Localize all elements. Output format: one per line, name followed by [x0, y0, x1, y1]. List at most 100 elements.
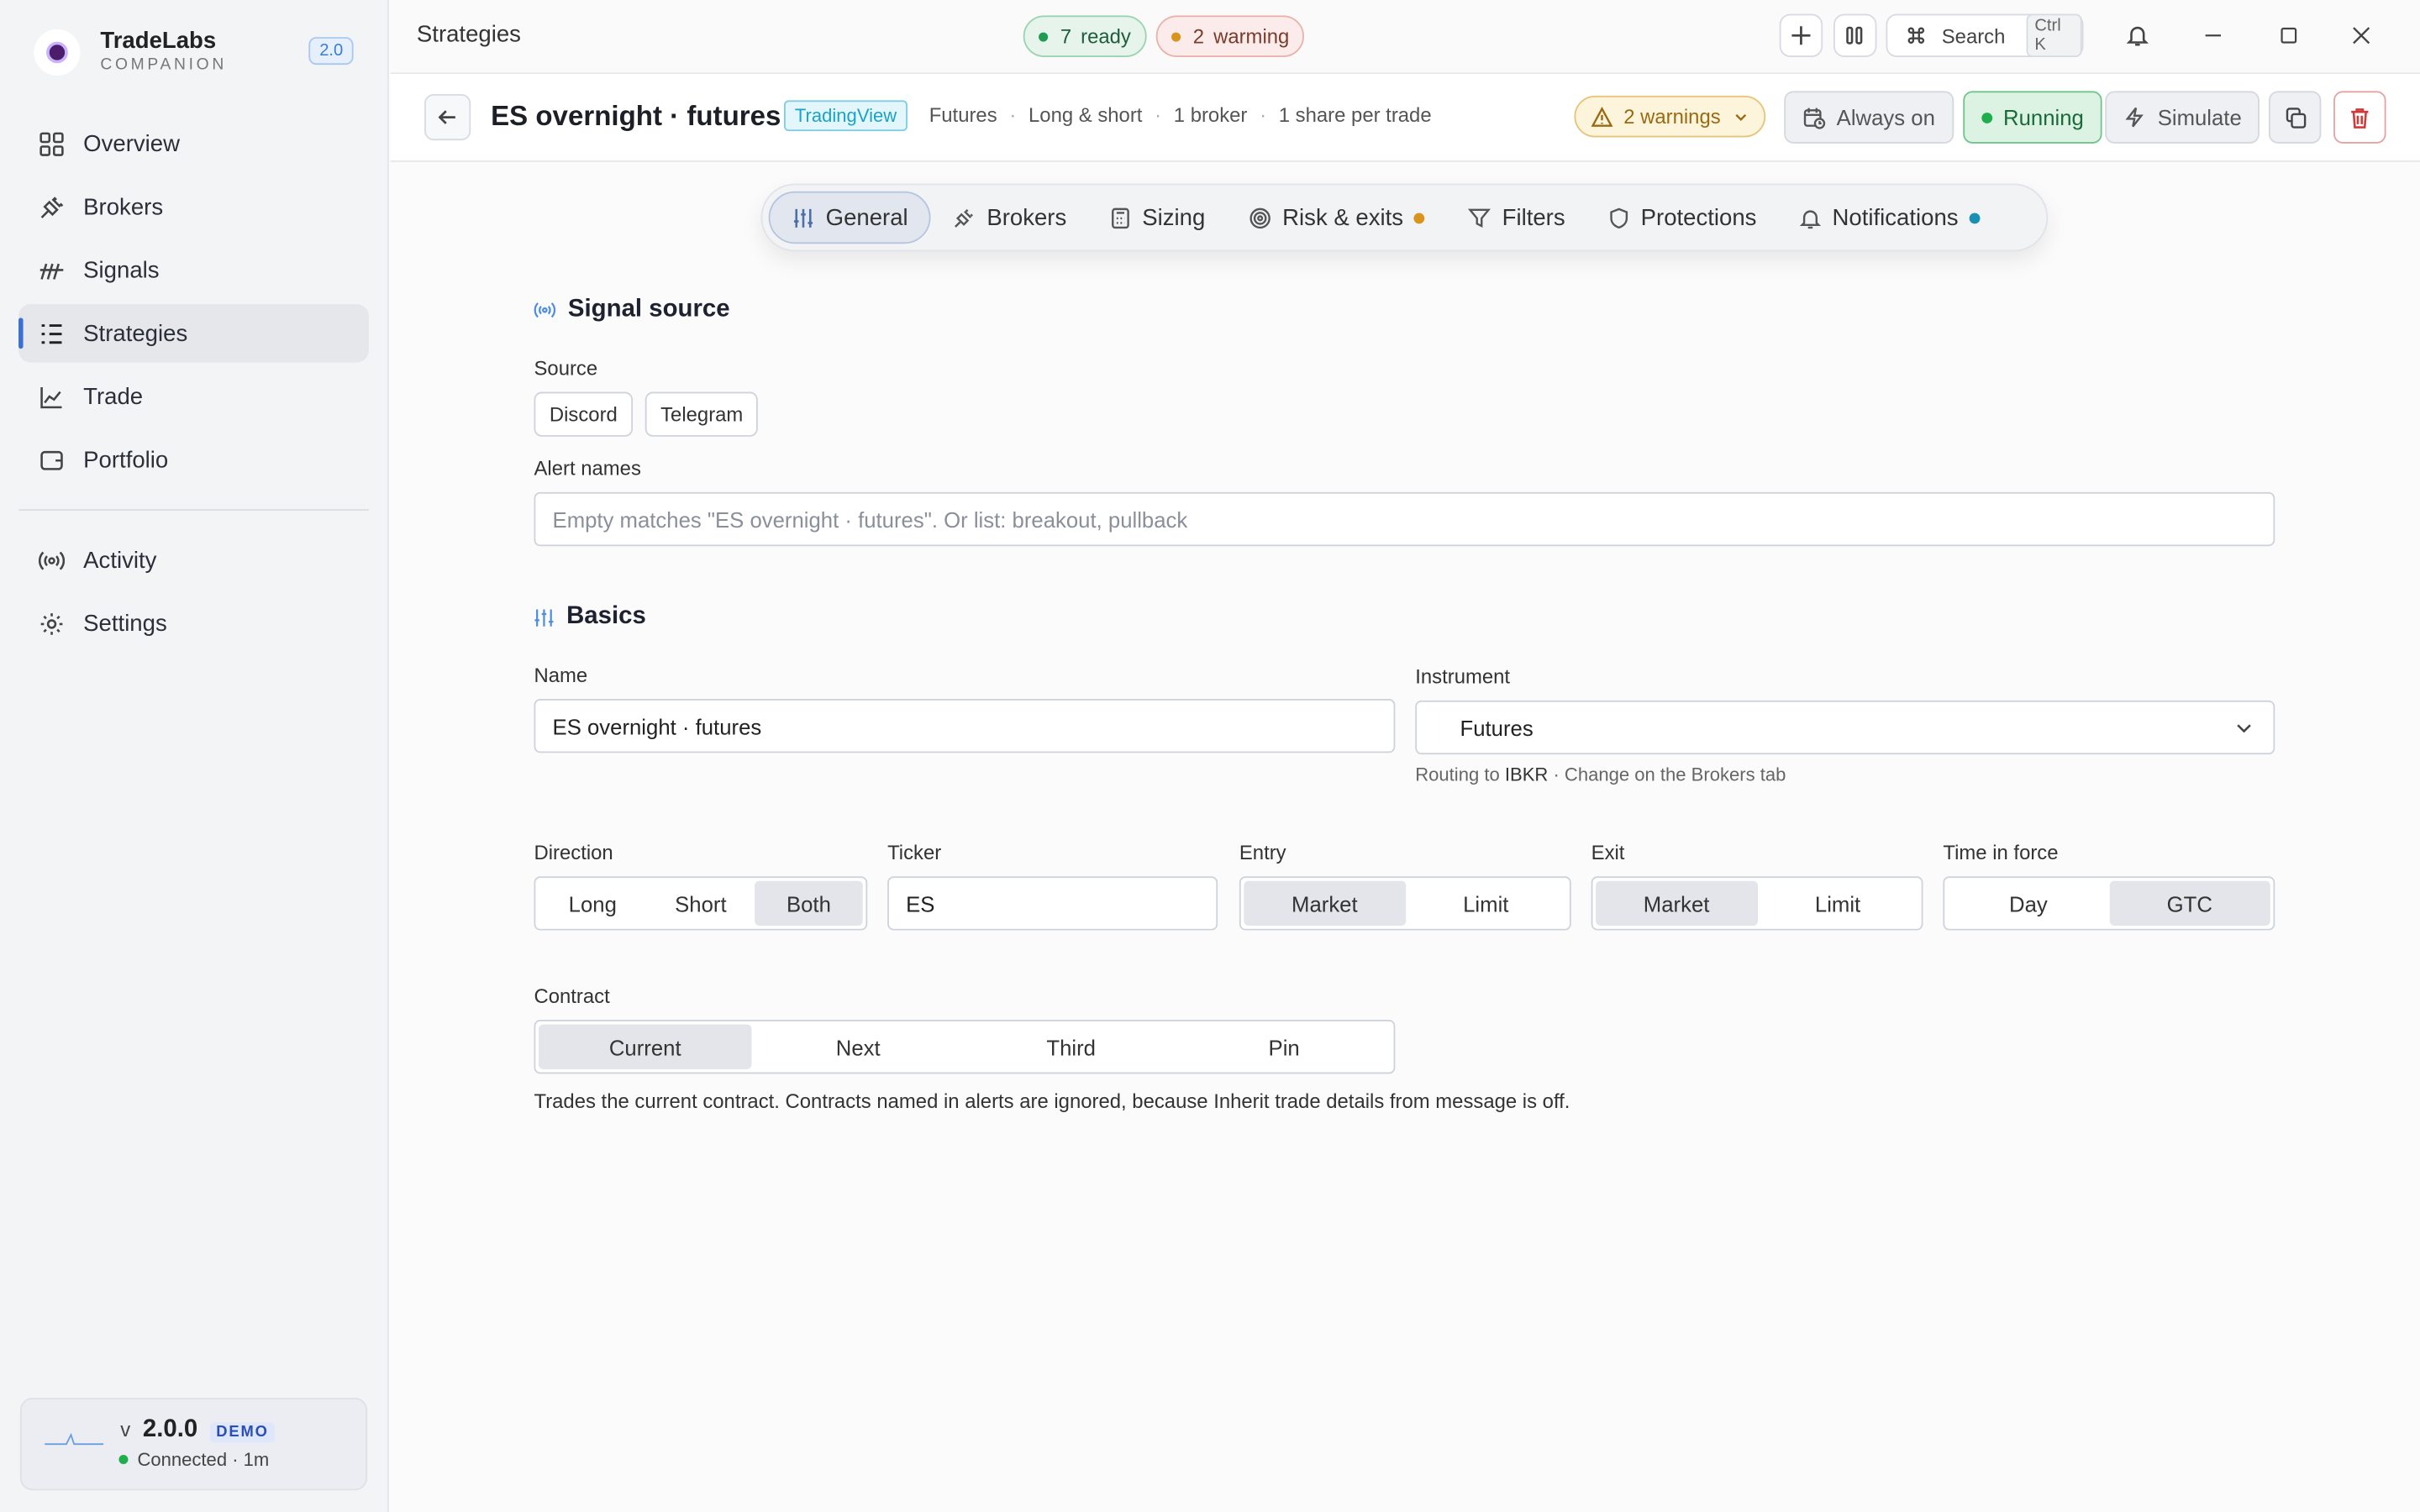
sidebar-item-portfolio[interactable]: Portfolio [18, 430, 369, 489]
minimize-button[interactable] [2196, 18, 2230, 52]
routing-broker[interactable]: IBKR [1505, 764, 1548, 785]
entry-market[interactable]: Market [1244, 880, 1406, 927]
version-badge: 2.0 [308, 37, 355, 66]
direction-label: Direction [534, 841, 613, 864]
sidebar-divider [18, 509, 369, 511]
brand-subtitle: COMPANION [100, 55, 227, 75]
exit-limit[interactable]: Limit [1757, 881, 1918, 926]
direction-long[interactable]: Long [539, 881, 647, 926]
ticker-input[interactable]: ES [887, 876, 1218, 931]
exit-market[interactable]: Market [1596, 880, 1758, 927]
contract-pin[interactable]: Pin [1177, 1025, 1390, 1069]
maximize-icon [2281, 27, 2297, 44]
chart-line-icon [37, 383, 65, 411]
lightning-icon [2125, 107, 2144, 128]
basics-title: Basics [566, 603, 646, 630]
source-option-telegram[interactable]: Telegram [644, 391, 759, 437]
ready-status-pill[interactable]: 7 ready [1023, 15, 1147, 57]
demo-badge: DEMO [209, 1422, 276, 1443]
tab-risk-exits[interactable]: Risk & exits [1227, 192, 1446, 244]
topbar: Strategies 7 ready 2 warming Search Ctrl… [390, 0, 2420, 75]
sidebar-item-signals[interactable]: Signals [18, 241, 369, 300]
tab-label: Brokers [986, 204, 1067, 231]
sidebar-item-overview[interactable]: Overview [18, 114, 369, 173]
tab-label: Protections [1640, 204, 1757, 231]
warming-count: 2 [1192, 24, 1205, 48]
routing-suffix: · Change on the Brokers tab [1553, 764, 1786, 785]
arrow-left-icon [438, 110, 455, 124]
sidebar-item-activity[interactable]: Activity [18, 531, 369, 590]
tab-sizing[interactable]: Sizing [1088, 192, 1227, 244]
tab-general[interactable]: General [768, 191, 932, 244]
contract-description: Trades the current contract. Contracts n… [534, 1089, 1570, 1113]
ready-count: 7 [1060, 24, 1072, 48]
contract-third[interactable]: Third [965, 1025, 1177, 1069]
direction-segmented: Long Short Both [534, 876, 868, 931]
simulate-button[interactable]: Simulate [2105, 91, 2260, 144]
warnings-dropdown[interactable]: 2 warnings [1574, 95, 1765, 138]
instrument-select[interactable]: Futures [1415, 700, 2275, 755]
columns-button[interactable] [1833, 13, 1877, 57]
duplicate-button[interactable] [2268, 91, 2322, 144]
main-content: General Brokers Sizing Risk & exits Filt… [390, 161, 2420, 1512]
sliders-icon [792, 206, 815, 229]
ready-label: ready [1081, 24, 1131, 48]
simulate-label: Simulate [2157, 104, 2242, 130]
close-window-button[interactable] [2344, 18, 2378, 52]
maximize-button[interactable] [2272, 18, 2306, 52]
entry-segmented: Market Limit [1239, 876, 1571, 931]
strategy-title: ES overnight · futures [491, 100, 781, 132]
sidebar-item-label: Trade [83, 383, 144, 410]
sliders-icon [534, 607, 554, 627]
tif-day[interactable]: Day [1948, 881, 2109, 926]
close-icon [2353, 27, 2370, 45]
plus-icon [1791, 26, 1811, 45]
tab-label: Notifications [1832, 204, 1959, 231]
warming-status-pill[interactable]: 2 warming [1155, 15, 1305, 57]
meta-sizing: 1 share per trade [1278, 103, 1432, 127]
tab-brokers[interactable]: Brokers [931, 192, 1088, 244]
filter-icon [1468, 206, 1491, 229]
name-label: Name [534, 663, 588, 687]
brand-name: TradeLabs [100, 28, 217, 55]
exit-segmented: Market Limit [1591, 876, 1923, 931]
tab-label: Risk & exits [1282, 204, 1404, 231]
delete-button[interactable] [2333, 91, 2386, 144]
running-toggle[interactable]: Running [1963, 91, 2102, 144]
contract-next[interactable]: Next [751, 1025, 964, 1069]
warnings-label: 2 warnings [1623, 104, 1721, 129]
name-input[interactable]: ES overnight · futures [534, 699, 1396, 753]
contract-label: Contract [534, 984, 610, 1008]
warning-icon [1591, 106, 1613, 126]
tab-filters[interactable]: Filters [1447, 192, 1587, 244]
back-button[interactable] [424, 94, 471, 141]
alert-names-input[interactable]: Empty matches "ES overnight · futures". … [534, 491, 2275, 547]
brand[interactable]: TradeLabs COMPANION [34, 28, 227, 76]
schedule-button[interactable]: Always on [1784, 91, 1954, 144]
routing-hint: Routing to IBKR · Change on the Brokers … [1415, 764, 1786, 785]
add-button[interactable] [1779, 13, 1823, 57]
connection-status-card[interactable]: v 2.0.0 DEMO Connected · 1m [19, 1398, 368, 1491]
tab-notifications[interactable]: Notifications [1778, 192, 2002, 244]
tab-label: General [825, 204, 908, 231]
sidebar-item-strategies[interactable]: Strategies [18, 303, 369, 363]
meta-direction: Long & short [1028, 103, 1143, 127]
direction-short[interactable]: Short [647, 881, 755, 926]
tif-gtc[interactable]: GTC [2108, 880, 2270, 927]
tab-protections[interactable]: Protections [1586, 192, 1778, 244]
direction-both[interactable]: Both [755, 880, 863, 927]
search-label: Search [1941, 24, 2006, 48]
sidebar-item-settings[interactable]: Settings [18, 594, 369, 653]
sidebar-item-label: Overview [83, 130, 181, 157]
contract-current[interactable]: Current [539, 1024, 752, 1069]
exit-label: Exit [1591, 841, 1625, 864]
sidebar-item-brokers[interactable]: Brokers [18, 177, 369, 236]
sidebar-item-label: Strategies [83, 320, 188, 347]
sidebar-item-trade[interactable]: Trade [18, 367, 369, 426]
connected-dot-icon [118, 1455, 129, 1465]
warming-label: warming [1213, 24, 1290, 48]
entry-limit[interactable]: Limit [1405, 881, 1566, 926]
search-button[interactable]: Search Ctrl K [1886, 13, 2084, 57]
notifications-button[interactable] [2121, 18, 2154, 52]
source-option-discord[interactable]: Discord [534, 391, 634, 437]
